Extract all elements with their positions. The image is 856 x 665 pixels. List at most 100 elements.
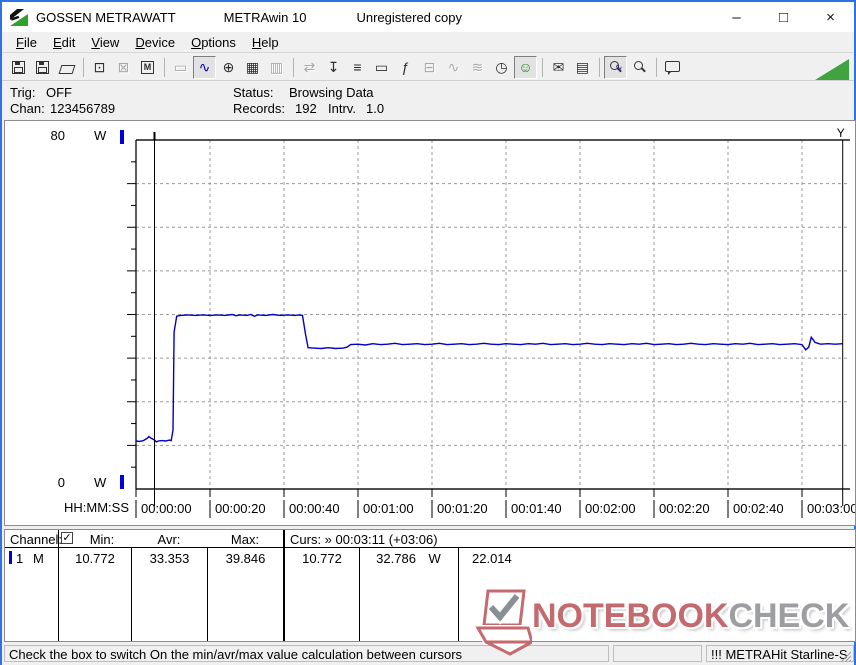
logo-text-notebook: NOTEBOOK — [532, 597, 729, 635]
minimize-button[interactable]: – — [713, 2, 760, 32]
min-value: 10.772 — [75, 551, 115, 566]
device-panel-icon: ⊟ — [418, 56, 441, 79]
tooltip-icon[interactable] — [661, 56, 684, 79]
menu-file[interactable]: File — [8, 33, 45, 52]
cursor2-number: 32.786 — [376, 551, 416, 566]
cursor-delta-value: 22.014 — [472, 551, 512, 566]
toolbar-separator — [293, 57, 294, 77]
app-window: GOSSEN METRAWATT METRAwin 10 Unregistere… — [0, 0, 856, 665]
notebookcheck-logo: NOTEBOOKCHECK — [470, 588, 856, 658]
zoom-icon[interactable] — [628, 56, 651, 79]
menu-edit[interactable]: Edit — [45, 33, 83, 52]
records-value: 192 — [295, 101, 317, 116]
table-divider — [458, 548, 459, 641]
smiley-icon: ☺ — [518, 59, 533, 75]
zoom-curve-icon[interactable]: ∿ — [604, 55, 627, 79]
table-header-divider — [5, 547, 855, 548]
x-axis-tick-label: 00:01:00 — [363, 501, 414, 516]
tooltip-icon — [665, 60, 680, 75]
status-value: Browsing Data — [289, 85, 374, 100]
formula-icon[interactable]: ƒ — [394, 56, 417, 79]
cursor1-value: 10.772 — [302, 551, 342, 566]
records-label: Records: — [233, 101, 286, 116]
info-strip: Trig: OFF Chan: 123456789 Status: Browsi… — [2, 82, 854, 120]
x-axis-tick-label: 00:02:00 — [585, 501, 636, 516]
wave-single-icon: ∿ — [447, 59, 460, 75]
mail-icon[interactable]: ✉ — [547, 56, 570, 79]
device-settings-icon[interactable]: ≡ — [346, 56, 369, 79]
close-button[interactable]: × — [807, 2, 854, 32]
histogram-view-icon: ▥ — [269, 59, 284, 75]
app-logo-icon — [10, 9, 28, 26]
col-header-cursors: Curs: » 00:03:11 (+03:06) — [290, 532, 438, 547]
device-memory-icon[interactable]: M — [136, 56, 159, 79]
menu-help[interactable]: Help — [244, 33, 287, 52]
menu-device[interactable]: Device — [127, 33, 183, 52]
save-icon[interactable] — [7, 56, 30, 79]
device-panel-icon: ⊟ — [423, 59, 436, 75]
toolbar-separator — [164, 57, 165, 77]
channel-number: 1 — [16, 551, 24, 566]
chart-plot[interactable]: 00:00:00 00:00:20 00:00:40 00:01:00 00:01:20… — [5, 121, 855, 525]
read-device-memory-icon[interactable]: ⊡ — [88, 56, 111, 79]
logo-text-check: CHECK — [728, 597, 850, 635]
x-axis-tick-label: 00:02:20 — [659, 501, 710, 516]
histogram-view-icon: ▥ — [265, 56, 288, 79]
channel-color-marker — [9, 551, 12, 564]
smiley-icon[interactable]: ☺ — [514, 55, 537, 79]
chart-view-icon[interactable]: ∿ — [193, 55, 216, 79]
cursor-scope-icon[interactable]: ⊕ — [217, 56, 240, 79]
zoom-curve-icon: ∿ — [609, 60, 623, 74]
chart-panel: 80 W 0 W HH:MM:SS 00:00:00 00:00:20 00:00:… — [4, 120, 856, 526]
table-divider — [58, 530, 59, 641]
x-axis-tick-label: 00:00:20 — [215, 501, 266, 516]
y-axis-channel-marker-top — [120, 130, 124, 144]
save-as-icon[interactable] — [31, 56, 54, 79]
open-file-icon[interactable] — [55, 56, 78, 79]
read-device-memory-icon: ⊡ — [93, 59, 106, 75]
device-settings-icon: ≡ — [353, 59, 362, 75]
clear-device-memory-icon: ⊠ — [117, 59, 130, 75]
zoom-icon — [633, 60, 647, 74]
formula-icon: ƒ — [401, 59, 410, 75]
table-view-icon: ▦ — [245, 59, 260, 75]
save-as-icon — [36, 60, 49, 74]
checkmark-icon: ✓ — [62, 532, 72, 544]
store-to-device-icon: ↧ — [327, 59, 340, 75]
col-header-max: Max: — [230, 532, 260, 547]
interval-label: Intrv. — [328, 101, 356, 116]
x-axis-tick-label: 00:00:40 — [289, 501, 340, 516]
window-title-product: METRAwin 10 — [223, 9, 307, 25]
window-controls: – □ × — [713, 2, 854, 32]
y-axis-channel-marker-bottom — [120, 475, 124, 489]
maximize-button[interactable]: □ — [760, 2, 807, 32]
menu-bar: File Edit View Device Options Help — [2, 32, 854, 53]
store-to-device-icon[interactable]: ↧ — [322, 56, 345, 79]
x-axis-tick-label: 00:01:20 — [437, 501, 488, 516]
cursor2-handle-icon[interactable]: Y — [837, 126, 845, 140]
window-title-status: Unregistered copy — [356, 9, 462, 25]
print-icon: ▤ — [575, 59, 590, 75]
menu-options[interactable]: Options — [183, 33, 244, 52]
save-icon — [12, 60, 25, 74]
transfer-icon: ⇄ — [298, 56, 321, 79]
trig-label: Trig: — [10, 85, 36, 100]
window-title-app: GOSSEN METRAWATT — [36, 9, 176, 25]
timer-icon[interactable]: ◷ — [490, 56, 513, 79]
menu-view[interactable]: View — [83, 33, 127, 52]
col-header-channel: Channel: — [10, 532, 63, 547]
table-view-icon[interactable]: ▦ — [241, 56, 264, 79]
print-icon[interactable]: ▤ — [571, 56, 594, 79]
toolbar-separator — [83, 57, 84, 77]
monitor-icon: ▭ — [374, 59, 389, 75]
device-memory-icon: M — [141, 60, 154, 74]
numeric-display-icon: ▭ — [173, 59, 188, 75]
x-axis-tick-label: 00:01:40 — [511, 501, 562, 516]
avr-value: 33.353 — [149, 551, 190, 566]
monitor-icon[interactable]: ▭ — [370, 56, 393, 79]
col-header-avr: Avr: — [157, 532, 181, 547]
x-axis-tick-label: 00:02:40 — [733, 501, 784, 516]
timer-icon: ◷ — [495, 59, 508, 75]
status-label: Status: — [233, 85, 274, 100]
min-max-checkbox[interactable]: ✓ — [61, 532, 73, 544]
